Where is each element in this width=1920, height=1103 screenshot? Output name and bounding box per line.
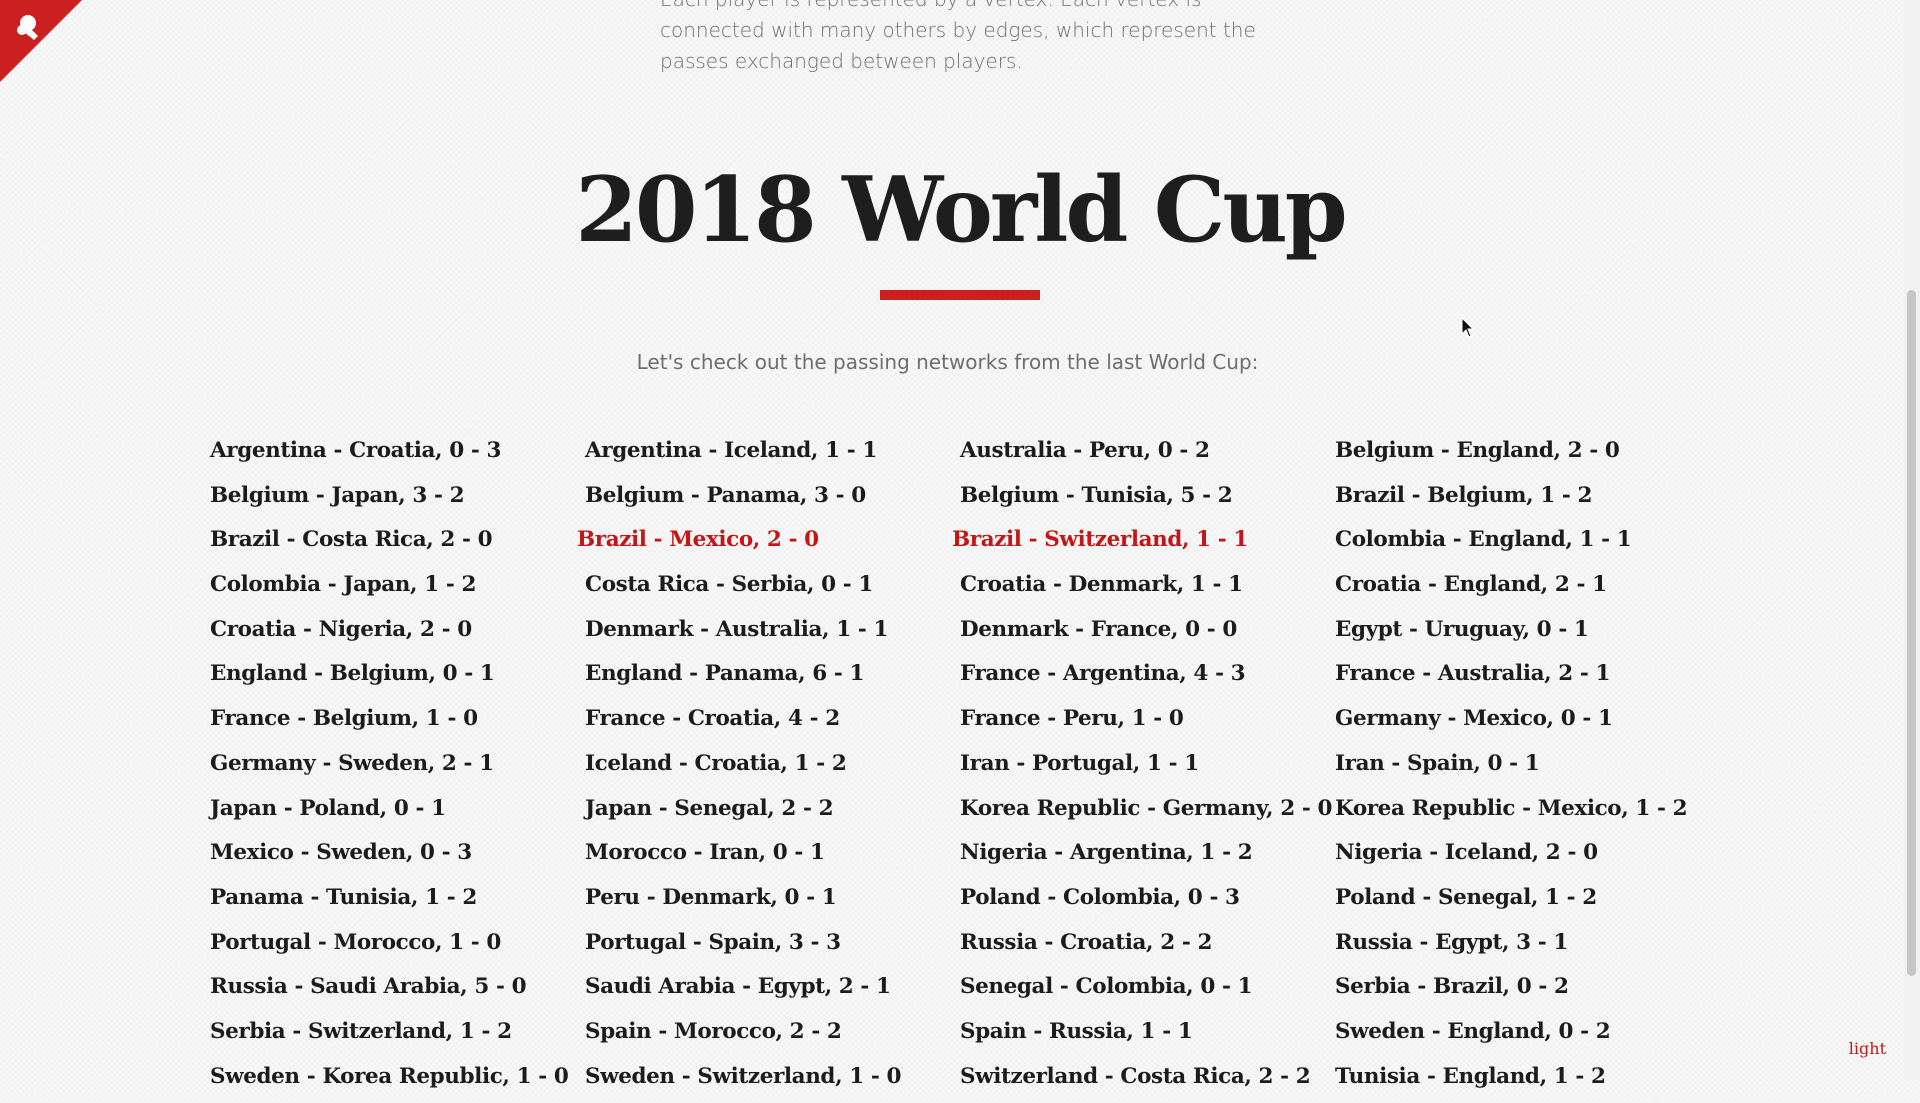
match-link[interactable]: Argentina - Croatia, 0 - 3 (210, 433, 585, 478)
match-link[interactable]: Korea Republic - Mexico, 1 - 2 (1335, 791, 1710, 836)
match-link[interactable]: Brazil - Mexico, 2 - 0 (577, 522, 960, 567)
match-link[interactable]: Saudi Arabia - Egypt, 2 - 1 (585, 969, 960, 1014)
scrollbar-thumb[interactable] (1907, 290, 1916, 976)
match-link[interactable]: Japan - Senegal, 2 - 2 (585, 791, 960, 836)
match-link[interactable]: Costa Rica - Serbia, 0 - 1 (585, 567, 960, 612)
match-link[interactable]: Egypt - Uruguay, 0 - 1 (1335, 612, 1710, 657)
match-link[interactable]: Portugal - Spain, 3 - 3 (585, 925, 960, 970)
match-link[interactable]: Germany - Sweden, 2 - 1 (210, 746, 585, 791)
match-link[interactable]: France - Argentina, 4 - 3 (960, 656, 1335, 701)
match-link[interactable]: Brazil - Costa Rica, 2 - 0 (210, 522, 585, 567)
match-link[interactable]: Serbia - Brazil, 0 - 2 (1335, 969, 1710, 1014)
theme-toggle-button[interactable]: light (1849, 1039, 1886, 1058)
network-logo-icon[interactable] (12, 10, 46, 44)
match-link[interactable]: Brazil - Switzerland, 1 - 1 (952, 522, 1335, 567)
match-link[interactable]: Brazil - Belgium, 1 - 2 (1335, 478, 1710, 523)
match-link[interactable]: Peru - Denmark, 0 - 1 (585, 880, 960, 925)
match-link[interactable]: Spain - Morocco, 2 - 2 (585, 1014, 960, 1059)
match-link[interactable]: Tunisia - England, 1 - 2 (1335, 1059, 1710, 1103)
match-link[interactable]: Iran - Portugal, 1 - 1 (960, 746, 1335, 791)
match-link[interactable]: Colombia - Japan, 1 - 2 (210, 567, 585, 612)
match-link[interactable]: Nigeria - Iceland, 2 - 0 (1335, 835, 1710, 880)
match-link[interactable]: Australia - Peru, 0 - 2 (960, 433, 1335, 478)
match-link[interactable]: Croatia - England, 2 - 1 (1335, 567, 1710, 612)
match-link[interactable]: Belgium - Japan, 3 - 2 (210, 478, 585, 523)
match-link[interactable]: Sweden - Korea Republic, 1 - 0 (210, 1059, 585, 1103)
match-link[interactable]: France - Belgium, 1 - 0 (210, 701, 585, 746)
match-link[interactable]: Serbia - Switzerland, 1 - 2 (210, 1014, 585, 1059)
match-link[interactable]: Panama - Tunisia, 1 - 2 (210, 880, 585, 925)
match-link[interactable]: Colombia - England, 1 - 1 (1335, 522, 1710, 567)
match-link[interactable]: Denmark - France, 0 - 0 (960, 612, 1335, 657)
match-link[interactable]: Nigeria - Argentina, 1 - 2 (960, 835, 1335, 880)
match-link[interactable]: Croatia - Denmark, 1 - 1 (960, 567, 1335, 612)
match-link[interactable]: Germany - Mexico, 0 - 1 (1335, 701, 1710, 746)
match-link[interactable]: Sweden - Switzerland, 1 - 0 (585, 1059, 960, 1103)
match-link[interactable]: Sweden - England, 0 - 2 (1335, 1014, 1710, 1059)
match-link[interactable]: Poland - Senegal, 1 - 2 (1335, 880, 1710, 925)
page-title: 2018 World Cup (575, 157, 1347, 263)
mouse-pointer-icon (1461, 317, 1475, 338)
page-subtitle: Let's check out the passing networks fro… (636, 350, 1259, 374)
match-link[interactable]: France - Peru, 1 - 0 (960, 701, 1335, 746)
match-link[interactable]: France - Australia, 2 - 1 (1335, 656, 1710, 701)
match-link[interactable]: Poland - Colombia, 0 - 3 (960, 880, 1335, 925)
match-link[interactable]: Senegal - Colombia, 0 - 1 (960, 969, 1335, 1014)
match-link[interactable]: Portugal - Morocco, 1 - 0 (210, 925, 585, 970)
match-link[interactable]: Russia - Saudi Arabia, 5 - 0 (210, 969, 585, 1014)
match-link[interactable]: Mexico - Sweden, 0 - 3 (210, 835, 585, 880)
match-link[interactable]: England - Panama, 6 - 1 (585, 656, 960, 701)
match-link[interactable]: Argentina - Iceland, 1 - 1 (585, 433, 960, 478)
match-link[interactable]: Croatia - Nigeria, 2 - 0 (210, 612, 585, 657)
match-link[interactable]: Switzerland - Costa Rica, 2 - 2 (960, 1059, 1335, 1103)
match-link[interactable]: Spain - Russia, 1 - 1 (960, 1014, 1335, 1059)
match-link[interactable]: Japan - Poland, 0 - 1 (210, 791, 585, 836)
match-link[interactable]: France - Croatia, 4 - 2 (585, 701, 960, 746)
match-link[interactable]: Belgium - Panama, 3 - 0 (585, 478, 960, 523)
match-link[interactable]: Denmark - Australia, 1 - 1 (585, 612, 960, 657)
match-link[interactable]: Belgium - England, 2 - 0 (1335, 433, 1710, 478)
intro-paragraph: Each player is represented by a vertex. … (660, 0, 1256, 73)
match-link[interactable]: Korea Republic - Germany, 2 - 0 (960, 791, 1335, 836)
match-link[interactable]: England - Belgium, 0 - 1 (210, 656, 585, 701)
match-link[interactable]: Morocco - Iran, 0 - 1 (585, 835, 960, 880)
match-link[interactable]: Russia - Croatia, 2 - 2 (960, 925, 1335, 970)
match-link[interactable]: Iran - Spain, 0 - 1 (1335, 746, 1710, 791)
match-link[interactable]: Belgium - Tunisia, 5 - 2 (960, 478, 1335, 523)
match-list: Argentina - Croatia, 0 - 3 Argentina - Ic… (210, 433, 1710, 1103)
match-link[interactable]: Iceland - Croatia, 1 - 2 (585, 746, 960, 791)
title-underline (880, 290, 1040, 300)
scrollbar-track[interactable] (1904, 0, 1920, 1080)
match-link[interactable]: Russia - Egypt, 3 - 1 (1335, 925, 1710, 970)
